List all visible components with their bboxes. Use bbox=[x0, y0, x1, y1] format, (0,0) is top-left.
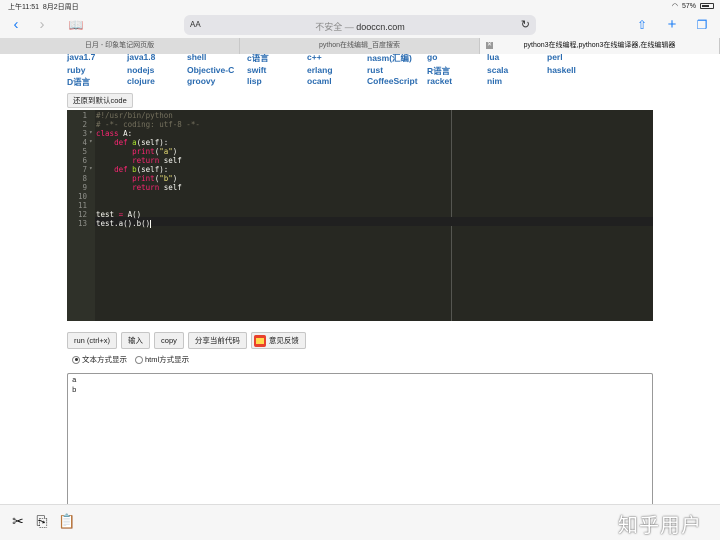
run-button[interactable]: run (ctrl+x) bbox=[67, 332, 118, 349]
lang-link[interactable]: lua bbox=[487, 54, 499, 62]
browser-toolbar: ‹ › 📖 AA 不安全 — dooccn.com ↻ ⇧ + ❐ bbox=[0, 12, 720, 38]
battery-icon bbox=[700, 3, 714, 9]
line-number: 11 bbox=[77, 201, 87, 210]
line-number: 6 bbox=[82, 156, 87, 165]
lang-link[interactable]: c++ bbox=[307, 54, 322, 62]
lang-link[interactable]: lisp bbox=[247, 76, 262, 86]
copy-button[interactable]: copy bbox=[154, 332, 184, 349]
lang-link[interactable]: racket bbox=[427, 76, 452, 86]
share-icon[interactable]: ⇧ bbox=[632, 15, 652, 35]
lang-link[interactable]: groovy bbox=[187, 76, 215, 86]
copy-icon[interactable]: ⎘ bbox=[34, 513, 50, 529]
line-number: 12 bbox=[77, 210, 87, 219]
wifi-icon: ◠ bbox=[671, 3, 678, 10]
code-line: def a(self): bbox=[114, 138, 169, 147]
lang-link[interactable]: swift bbox=[247, 65, 266, 75]
text-cursor bbox=[150, 220, 152, 228]
line-number: 1 bbox=[82, 111, 87, 120]
input-button[interactable]: 输入 bbox=[121, 332, 151, 349]
line-number: 5 bbox=[82, 147, 87, 156]
lang-link[interactable]: c语言 bbox=[247, 54, 269, 64]
forward-icon[interactable]: › bbox=[32, 15, 52, 35]
lang-link[interactable]: scala bbox=[487, 65, 508, 75]
fold-toggle-icon[interactable]: ▾ bbox=[89, 129, 93, 136]
status-time: 上午11:51 8月2日周日 bbox=[8, 4, 79, 11]
status-bar: 上午11:51 8月2日周日 ◠ 57% bbox=[0, 0, 720, 12]
battery-percent: 57% bbox=[681, 2, 696, 10]
code-line: class A: bbox=[96, 129, 133, 138]
lang-link[interactable]: go bbox=[427, 54, 437, 62]
line-number: 4 bbox=[82, 138, 87, 147]
cut-icon[interactable]: ✂ bbox=[10, 513, 26, 529]
radio-unselected-icon[interactable] bbox=[135, 355, 143, 364]
code-line: print("a") bbox=[132, 147, 178, 156]
print-margin bbox=[451, 110, 452, 321]
close-tab-icon[interactable]: ✕ bbox=[486, 42, 493, 49]
lang-link[interactable]: erlang bbox=[307, 65, 333, 75]
action-buttons: run (ctrl+x) 输入 copy 分享当前代码 意见反馈 bbox=[67, 332, 306, 349]
tab-evernote[interactable]: 日月 - 印象笔记网页版 bbox=[0, 38, 240, 54]
code-line: return self bbox=[132, 156, 182, 165]
line-number: 13 bbox=[77, 219, 87, 228]
tab-bar: 日月 - 印象笔记网页版 python在线编辑_百度搜索 ✕ python3在线… bbox=[0, 38, 720, 54]
fold-toggle-icon[interactable]: ▾ bbox=[89, 138, 93, 145]
feedback-icon bbox=[253, 334, 266, 347]
line-number: 2 bbox=[82, 120, 87, 129]
lang-link[interactable]: haskell bbox=[547, 65, 576, 75]
output-line: a bbox=[72, 377, 77, 385]
code-line: def b(self): bbox=[114, 165, 169, 174]
code-line: return self bbox=[132, 183, 182, 192]
lang-link[interactable]: java1.7 bbox=[67, 54, 95, 62]
lang-link[interactable]: shell bbox=[187, 54, 206, 62]
line-number: 9 bbox=[82, 183, 87, 192]
lang-link[interactable]: java1.8 bbox=[127, 54, 155, 62]
tab-dooccn[interactable]: ✕ python3在线编程,python3在线编译器,在线编辑器 bbox=[480, 38, 720, 54]
output-line: b bbox=[72, 387, 77, 395]
feedback-button[interactable]: 意见反馈 bbox=[250, 332, 306, 349]
text-mode-radio[interactable]: 文本方式显示 bbox=[72, 354, 127, 365]
lang-link[interactable]: ocaml bbox=[307, 76, 332, 86]
reload-icon[interactable]: ↻ bbox=[521, 18, 530, 31]
html-mode-radio[interactable]: html方式显示 bbox=[135, 354, 189, 365]
code-line: test.a().b() bbox=[96, 219, 152, 228]
lang-link[interactable]: nasm(汇编) bbox=[367, 54, 412, 64]
lang-link[interactable]: rust bbox=[367, 65, 383, 75]
output-panel[interactable]: a b bbox=[67, 373, 653, 504]
lang-link[interactable]: D语言 bbox=[67, 76, 90, 88]
bookmarks-icon[interactable]: 📖 bbox=[66, 15, 86, 35]
watermark: 知乎用户 bbox=[618, 515, 702, 537]
line-number: 8 bbox=[82, 174, 87, 183]
tab-baidu-search[interactable]: python在线编辑_百度搜索 bbox=[240, 38, 480, 54]
radio-selected-icon[interactable] bbox=[72, 355, 80, 364]
line-number: 7 bbox=[82, 165, 87, 174]
fold-toggle-icon[interactable]: ▾ bbox=[89, 165, 93, 172]
status-right: ◠ 57% bbox=[672, 2, 714, 10]
line-number: 10 bbox=[77, 192, 87, 201]
url-text: 不安全 — dooccn.com bbox=[315, 22, 405, 32]
paste-icon[interactable]: 📋 bbox=[58, 513, 75, 529]
code-line: # -*- coding: utf-8 -*- bbox=[96, 120, 200, 129]
new-tab-icon[interactable]: + bbox=[662, 15, 682, 35]
reset-code-button[interactable]: 还原到默认code bbox=[67, 93, 133, 108]
lang-link[interactable]: perl bbox=[547, 54, 563, 62]
lang-link[interactable]: Objective-C bbox=[187, 65, 234, 75]
page-content: java1.7 java1.8 shell c语言 c++ nasm(汇编) g… bbox=[0, 54, 720, 504]
code-line: test = A() bbox=[96, 210, 142, 219]
output-mode-options: 文本方式显示 html方式显示 bbox=[72, 354, 189, 365]
tabs-icon[interactable]: ❐ bbox=[692, 15, 712, 35]
line-number: 3 bbox=[82, 129, 87, 138]
lang-link[interactable]: nodejs bbox=[127, 65, 154, 75]
active-line-highlight bbox=[95, 217, 653, 226]
keyboard-shortcut-bar: ✂ ⎘ 📋 知乎用户 bbox=[0, 504, 720, 540]
lang-link[interactable]: ruby bbox=[67, 65, 85, 75]
lang-link[interactable]: clojure bbox=[127, 76, 155, 86]
share-code-button[interactable]: 分享当前代码 bbox=[187, 332, 247, 349]
code-line: print("b") bbox=[132, 174, 178, 183]
code-line: #!/usr/bin/python bbox=[96, 111, 173, 120]
code-editor[interactable]: 1 2 3 4 5 6 7 8 9 10 11 12 13 ▾ ▾ ▾ #!/u… bbox=[67, 110, 653, 321]
lang-link[interactable]: nim bbox=[487, 76, 502, 86]
back-icon[interactable]: ‹ bbox=[6, 15, 26, 35]
lang-link[interactable]: CoffeeScript bbox=[367, 76, 418, 86]
address-bar[interactable]: AA 不安全 — dooccn.com ↻ bbox=[184, 15, 536, 35]
